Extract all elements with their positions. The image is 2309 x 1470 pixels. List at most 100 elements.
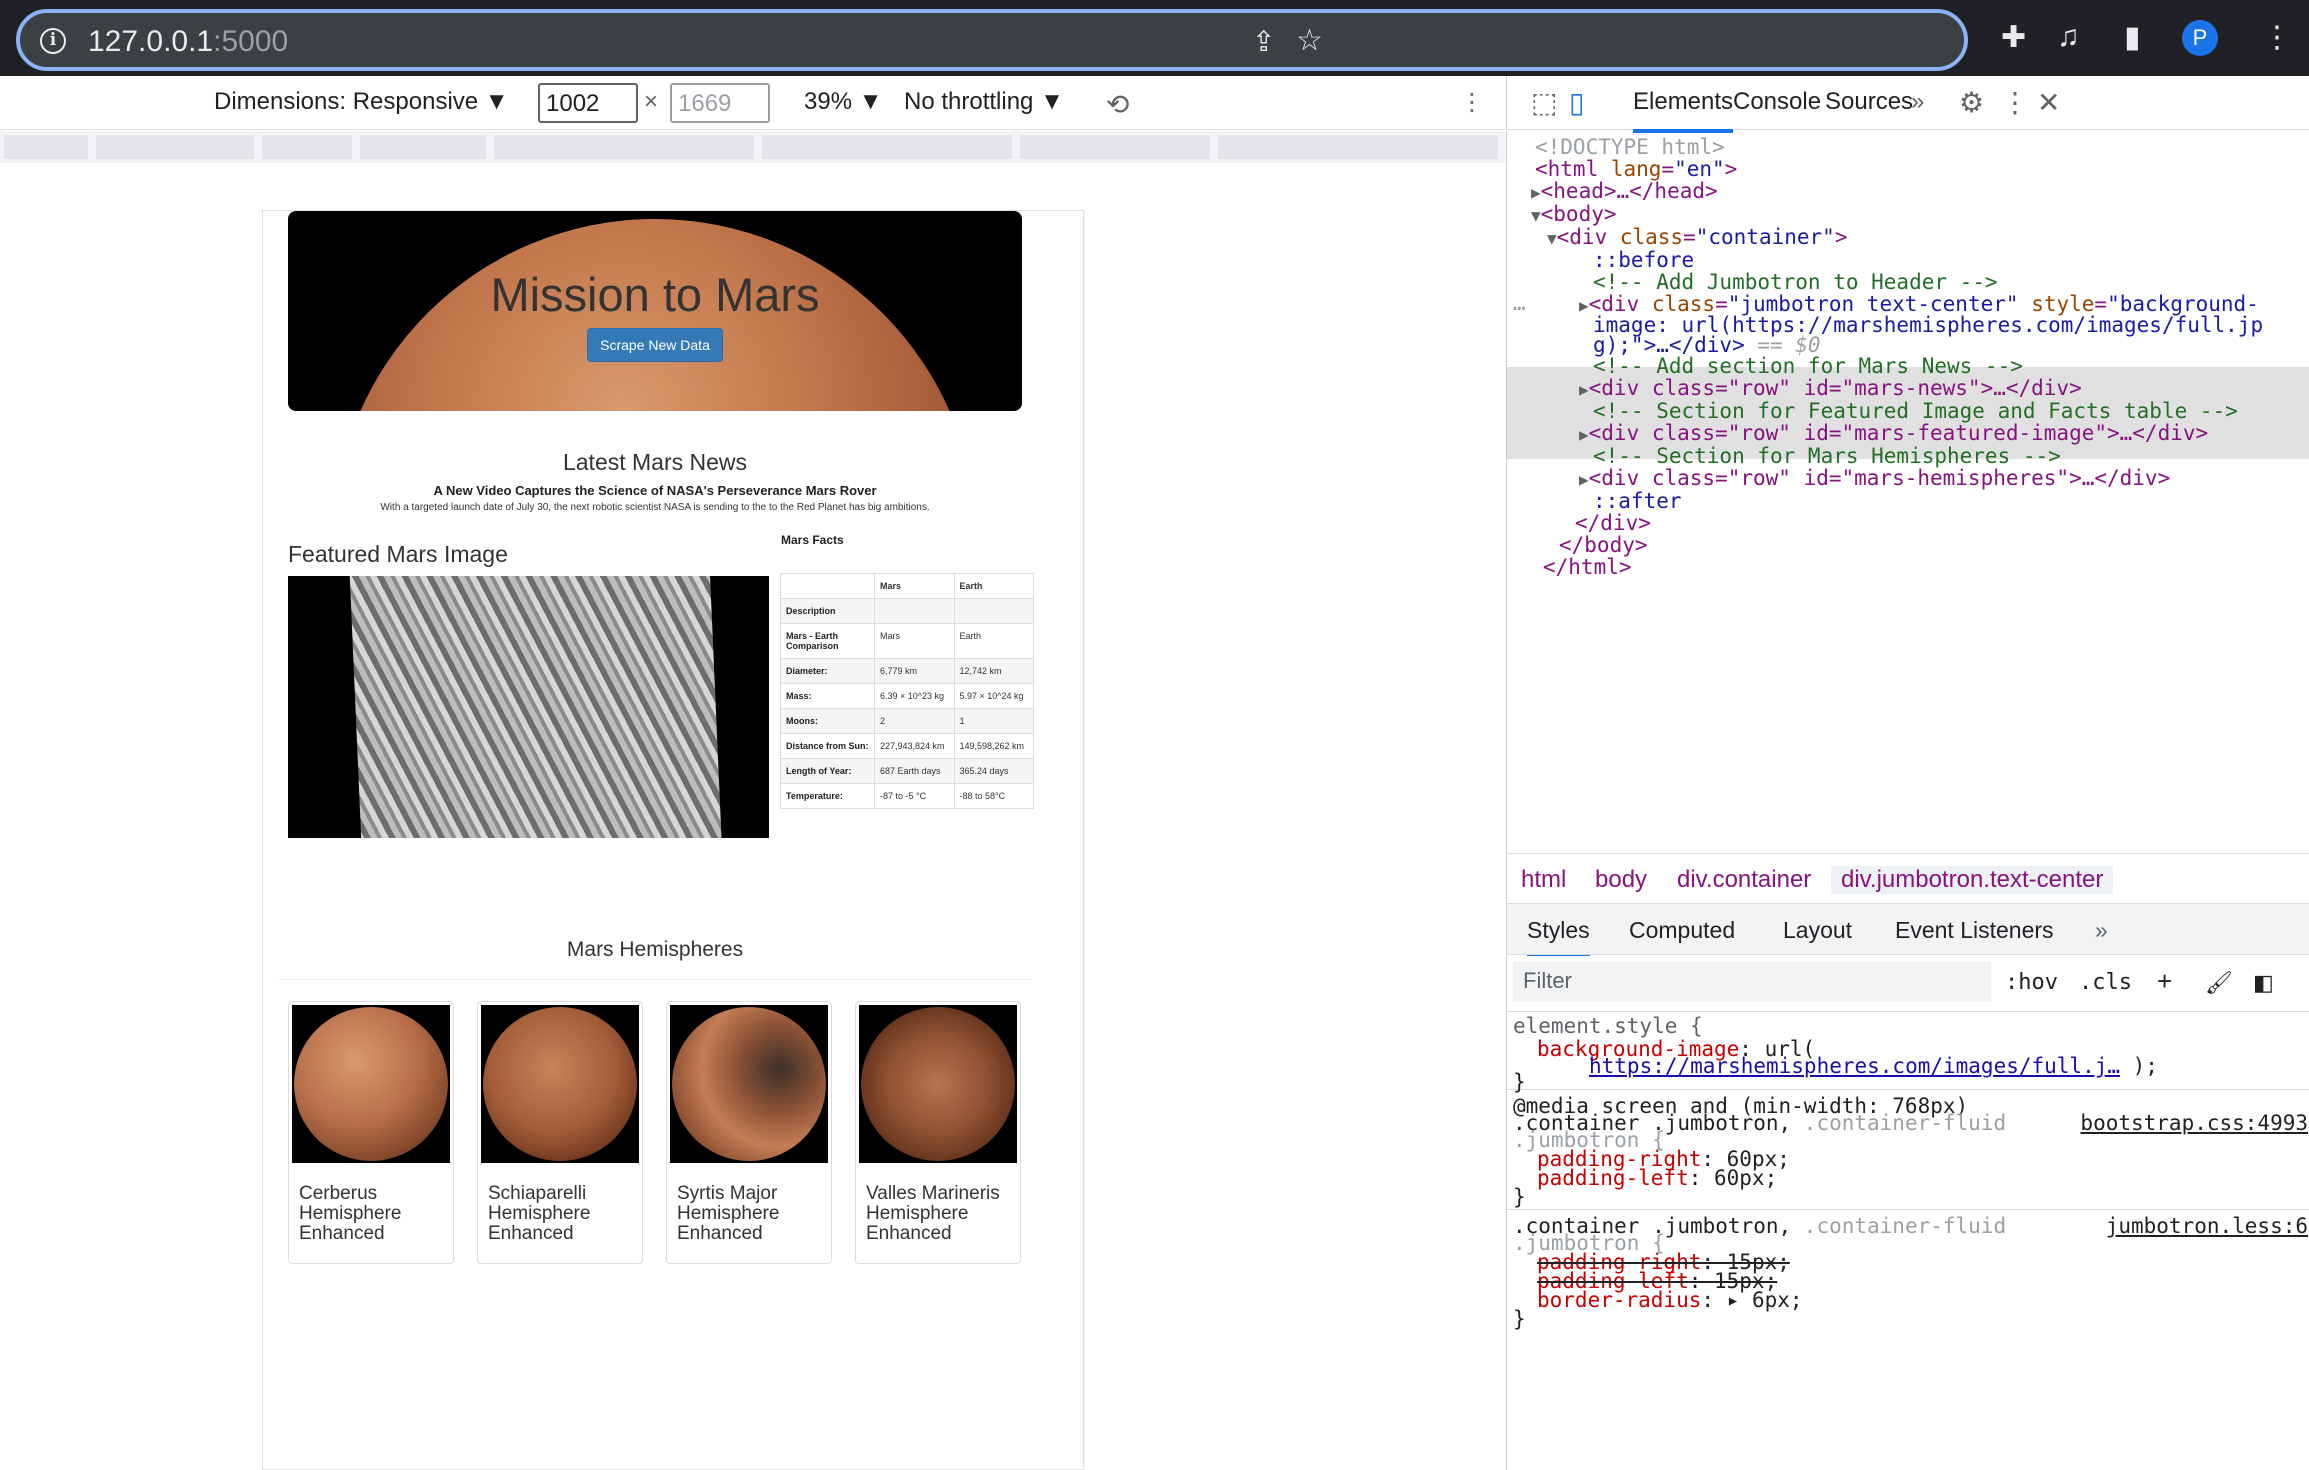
- ruler-segment[interactable]: [762, 135, 1012, 159]
- rule-bootstrap-jumbotron[interactable]: @media screen and (min-width: 768px) .co…: [1507, 1092, 2309, 1210]
- device-toggle-icon[interactable]: ▯: [1569, 86, 1584, 119]
- tab-layout[interactable]: Layout: [1783, 917, 1852, 944]
- expand-triangle-icon[interactable]: ▶: [1579, 296, 1589, 315]
- expand-triangle-icon[interactable]: ▶: [1579, 380, 1589, 399]
- table-row: Moons: 2 1: [780, 708, 1034, 734]
- ruler-segment[interactable]: [96, 135, 254, 159]
- styles-filter-input[interactable]: Filter: [1513, 962, 1991, 1002]
- cls-toggle[interactable]: .cls: [2079, 970, 2132, 995]
- rule-declaration[interactable]: border-radius: ▸ 6px;: [1537, 1288, 1803, 1313]
- tab-styles[interactable]: Styles: [1527, 917, 1590, 959]
- tab-event-listeners[interactable]: Event Listeners: [1895, 917, 2054, 944]
- ruler-segment[interactable]: [1020, 135, 1210, 159]
- url-text[interactable]: 127.0.0.1:5000: [88, 25, 288, 59]
- ruler-segment[interactable]: [494, 135, 754, 159]
- hemisphere-label: Valles Marineris Hemisphere Enhanced: [866, 1183, 1000, 1244]
- toggle-sidebar-icon[interactable]: ◧: [2253, 970, 2274, 996]
- scrape-button[interactable]: Scrape New Data: [587, 328, 723, 362]
- breadcrumb-body[interactable]: body: [1595, 866, 1647, 894]
- collapse-triangle-icon[interactable]: ▼: [1547, 229, 1557, 248]
- rule-declaration-url[interactable]: https://marshemispheres.com/images/full.…: [1589, 1054, 2158, 1079]
- devtools-menu-icon[interactable]: ⋮: [2001, 86, 2029, 119]
- expand-triangle-icon[interactable]: ▶: [1579, 425, 1589, 444]
- page-title: Mission to Mars: [490, 268, 820, 321]
- side-panel-icon[interactable]: ▮: [2124, 20, 2141, 55]
- hemisphere-label: Syrtis Major Hemisphere Enhanced: [677, 1183, 780, 1244]
- table-row: Length of Year: 687 Earth days 365.24 days: [780, 758, 1034, 784]
- featured-image-heading: Featured Mars Image: [288, 541, 508, 567]
- hemispheres-heading: Mars Hemispheres: [566, 938, 744, 961]
- hemisphere-image[interactable]: [292, 1005, 450, 1163]
- rule-source-link[interactable]: jumbotron.less:6: [2106, 1214, 2308, 1239]
- rule-jumbotron-less[interactable]: .container .jumbotron, .container-fluid …: [1507, 1212, 2309, 1470]
- hemisphere-image[interactable]: [481, 1005, 639, 1163]
- zoom-dropdown[interactable]: 39% ▼: [804, 88, 882, 116]
- throttling-dropdown[interactable]: No throttling ▼: [904, 88, 1064, 116]
- address-bar[interactable]: i 127.0.0.1:5000 ⇪ ☆: [16, 9, 1968, 71]
- table-row: Mass: 6.39 × 10^23 kg 5.97 × 10^24 kg: [780, 683, 1034, 709]
- device-toolbar-menu-icon[interactable]: ⋮: [1460, 88, 1484, 117]
- hemisphere-image[interactable]: [670, 1005, 828, 1163]
- ruler-segment[interactable]: [1218, 135, 1498, 159]
- inspect-element-icon[interactable]: ⬚: [1531, 86, 1557, 119]
- tab-elements[interactable]: Elements: [1633, 88, 1734, 133]
- table-row: Diameter: 6,779 km 12,742 km: [780, 658, 1034, 684]
- hemisphere-card[interactable]: Cerberus Hemisphere Enhanced: [288, 1001, 454, 1264]
- ruler-segment[interactable]: [4, 135, 88, 159]
- browser-menu-icon[interactable]: ⋮: [2262, 20, 2292, 55]
- new-rule-plus-icon[interactable]: +: [2157, 966, 2172, 997]
- hemisphere-card[interactable]: Valles Marineris Hemisphere Enhanced: [855, 1001, 1021, 1264]
- media-query-ruler[interactable]: [0, 131, 1505, 163]
- hov-toggle[interactable]: :hov: [2005, 970, 2058, 995]
- extensions-puzzle-icon[interactable]: ✚: [2001, 20, 2026, 55]
- tab-sources[interactable]: Sources: [1825, 88, 1913, 116]
- device-toolbar: Dimensions: Responsive ▼ 1002 × 1669 39%…: [0, 76, 1505, 130]
- tab-computed[interactable]: Computed: [1629, 917, 1735, 944]
- breadcrumb-container[interactable]: div.container: [1677, 866, 1811, 894]
- more-tabs-icon[interactable]: »: [1911, 88, 1924, 116]
- collapse-triangle-icon[interactable]: ▼: [1531, 206, 1541, 225]
- close-devtools-icon[interactable]: ✕: [2037, 86, 2060, 119]
- breadcrumb-html[interactable]: html: [1521, 866, 1566, 894]
- ruler-segment[interactable]: [262, 135, 352, 159]
- browser-toolbar: i 127.0.0.1:5000 ⇪ ☆ ✚ ♫ ▮ P ⋮: [0, 0, 2309, 76]
- hemisphere-card[interactable]: Schiaparelli Hemisphere Enhanced: [477, 1001, 643, 1264]
- bookmark-star-icon[interactable]: ☆: [1296, 23, 1323, 58]
- rotate-icon[interactable]: ⟲: [1106, 88, 1129, 121]
- tab-console[interactable]: Console: [1733, 88, 1821, 116]
- node-actions-ellipsis-icon[interactable]: …: [1513, 287, 1526, 319]
- rule-element-style[interactable]: element.style { background-image: url( h…: [1507, 1012, 2309, 1094]
- dimensions-dropdown[interactable]: Dimensions: Responsive ▼: [214, 88, 509, 116]
- emulated-viewport: Mission to Mars Scrape New Data Latest M…: [0, 163, 1505, 1470]
- table-row: Description: [780, 598, 1034, 624]
- breadcrumb-jumbotron[interactable]: div.jumbotron.text-center: [1831, 866, 2114, 894]
- dom-tree: <!DOCTYPE html> <html lang="en"> ▶<head>…: [1506, 131, 2309, 853]
- media-controls-icon[interactable]: ♫: [2057, 20, 2080, 54]
- profile-avatar[interactable]: P: [2182, 20, 2218, 56]
- jumbotron: Mission to Mars Scrape New Data: [288, 211, 1022, 411]
- expand-triangle-icon[interactable]: ▶: [1579, 470, 1589, 489]
- facts-heading: Mars Facts: [781, 533, 844, 547]
- viewport-height-input[interactable]: 1669: [670, 83, 770, 123]
- divider: [278, 979, 1032, 980]
- style-rules-pane: element.style { background-image: url( h…: [1506, 1012, 2309, 1470]
- site-info-icon[interactable]: i: [40, 28, 66, 54]
- dom-html-close[interactable]: </html>: [1543, 551, 1632, 583]
- share-icon[interactable]: ⇪: [1252, 25, 1275, 58]
- times-symbol: ×: [644, 88, 659, 115]
- featured-mars-image[interactable]: [288, 576, 769, 838]
- rule-selector: element.style {: [1513, 1014, 1703, 1038]
- news-title: A New Video Captures the Science of NASA…: [433, 483, 877, 498]
- ruler-segment[interactable]: [360, 135, 486, 159]
- hemisphere-label: Schiaparelli Hemisphere Enhanced: [488, 1183, 591, 1244]
- paint-brush-icon[interactable]: 🖌: [2205, 970, 2233, 996]
- table-row: Distance from Sun: 227,943,824 km 149,598,…: [780, 733, 1034, 759]
- viewport-width-input[interactable]: 1002: [538, 83, 638, 123]
- breadcrumb: html body div.container div.jumbotron.te…: [1506, 853, 2309, 903]
- hemisphere-image[interactable]: [859, 1005, 1017, 1163]
- more-styles-tabs-icon[interactable]: »: [2095, 917, 2108, 944]
- rule-source-link[interactable]: bootstrap.css:4993: [2080, 1111, 2308, 1136]
- hemisphere-card[interactable]: Syrtis Major Hemisphere Enhanced: [666, 1001, 832, 1264]
- rule-declaration[interactable]: padding-left: 60px;: [1537, 1166, 1777, 1191]
- settings-gear-icon[interactable]: ⚙: [1959, 86, 1984, 119]
